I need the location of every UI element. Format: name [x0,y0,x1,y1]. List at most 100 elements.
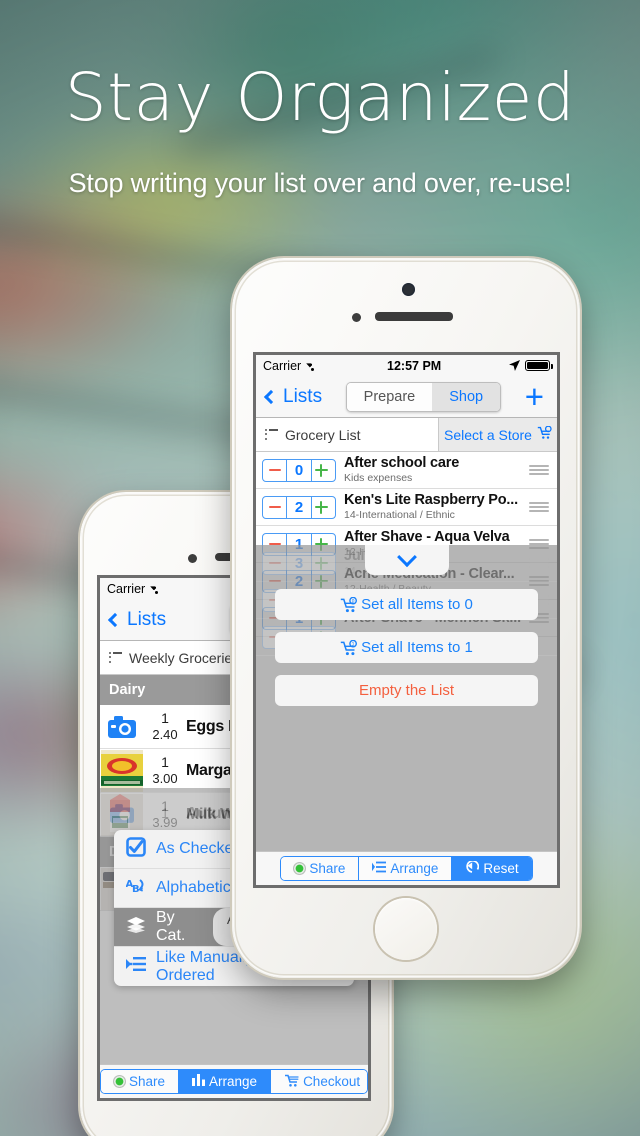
share-dot-icon [294,863,306,874]
location-arrow-icon [509,360,520,371]
item-qty-price: 1 3.00 [144,754,186,788]
arrange-icon [372,861,387,876]
increment-button-dimmed [311,551,336,575]
layers-icon [126,916,146,938]
camera-icon[interactable] [100,705,144,748]
earpiece-speaker [375,312,453,321]
plus-icon [314,556,328,570]
camera-icon-dimmed [100,792,144,835]
decrement-button[interactable] [262,458,287,482]
store-label: Select a Store [444,426,532,443]
item-category: 14-International / Ethnic [344,508,455,521]
item-category: Kids expenses [344,471,413,484]
item-price: 2.40 [152,727,178,743]
status-bar-main: Carrier 12:57 PM [256,355,557,376]
back-button-main[interactable]: Lists [263,386,322,408]
select-a-store-button[interactable]: Select a Store [439,418,557,451]
toolbar-main: Share Arrange Reset [256,851,557,885]
phone-device-main: Carrier 12:57 PM Lists Prepare Shop + Gr… [232,258,580,978]
arrange-button[interactable]: Arrange [359,857,453,880]
checkout-button[interactable]: Checkout [271,1070,367,1093]
toolbar-button-group-main[interactable]: Share Arrange Reset [280,856,533,881]
segmented-control-main[interactable]: Prepare Shop [345,381,502,412]
back-button-left[interactable]: Lists [107,608,167,631]
checkbox-icon [126,836,146,862]
sub-bar-main: Grocery List Select a Store [256,418,557,452]
checkout-button-label: Checkout [303,1074,361,1089]
reset-button[interactable]: Reset [452,857,532,880]
arrange-button-label: Arrange [209,1074,258,1089]
item-qty: 1 [161,804,169,821]
set-all-items-to-0-button[interactable]: 0 Set all Items to 0 [275,589,538,620]
list-name-label: Grocery List [285,426,361,443]
list-tab-grocery-list[interactable]: Grocery List [256,418,439,451]
back-button-label: Lists [127,608,167,630]
row-text: After school care Kids expenses [336,455,529,485]
plus-icon [314,463,328,477]
list-icon [265,428,278,440]
chevron-left-icon [263,389,279,404]
increment-button[interactable] [311,495,336,519]
sheet-button-label: Empty the List [358,682,455,699]
checkout-cart-icon [284,1074,299,1090]
quantity-value: 2 [287,495,311,519]
share-button-label: Share [309,861,346,876]
collapse-sheet-handle[interactable] [364,545,449,575]
item-title: After school care [344,455,460,472]
table-row[interactable]: 2 Ken's Lite Raspberry Po... 14-Internat… [256,489,557,526]
decrement-button[interactable] [262,495,287,519]
sheet-button-label: Set all Items to 1 [361,639,473,656]
minus-icon [268,468,281,472]
quantity-value: 0 [287,458,311,482]
carrier-label: Carrier [263,358,302,373]
abc-icon: AB [126,877,146,900]
minus-icon [268,505,281,509]
item-title: After Shave - Aqua Velva [344,529,510,546]
promo-subheadline: Stop writing your list over and over, re… [68,168,572,198]
chevron-left-icon [107,612,123,627]
share-button[interactable]: Share [281,857,360,880]
reset-icon [465,860,480,876]
menu-item-label: By Cat. [156,909,186,944]
sheet-button-label: Set all Items to 0 [361,596,473,613]
cart-zero-icon: 0 [340,596,358,613]
empty-the-list-button[interactable]: Empty the List [275,675,538,706]
toolbar-button-group-left[interactable]: Share Arrange Checkout [100,1069,368,1094]
promo-headline: Stay Organized [64,59,576,136]
segment-shop[interactable]: Shop [432,382,501,411]
share-button[interactable]: Share [101,1070,180,1093]
minus-icon [268,561,281,565]
arrange-button-label: Arrange [390,861,439,876]
segment-prepare[interactable]: Prepare [346,382,433,411]
share-button-label: Share [129,1074,166,1089]
item-title: Ken's Lite Raspberry Po... [344,492,518,509]
table-row[interactable]: 0 After school care Kids expenses [256,452,557,489]
action-sheet-overlay: 3 Juices Welch 14-... 1 Dairy [256,545,557,885]
reorder-handle-icon[interactable] [529,464,551,476]
reset-button-label: Reset [483,861,519,876]
list-icon [109,651,122,663]
proximity-sensor-icon [188,554,197,563]
arrange-icon [192,1074,206,1089]
share-dot-icon [114,1076,125,1087]
front-camera-icon [402,283,415,296]
margarine-photo[interactable] [100,749,144,792]
row-text: Ken's Lite Raspberry Po... 14-Internatio… [336,492,529,522]
carrier-label: Carrier [107,581,146,596]
add-item-button[interactable]: + [525,380,549,413]
quantity-stepper[interactable]: 2 [262,495,336,519]
set-all-items-to-1-button[interactable]: 1 Set all Items to 1 [275,632,538,663]
reorder-handle-icon[interactable] [529,501,551,513]
decrement-button-dimmed [262,551,287,575]
screen-main: Carrier 12:57 PM Lists Prepare Shop + Gr… [256,355,557,885]
quantity-stepper-dimmed: 3 [262,551,336,575]
chevron-down-icon [396,547,417,568]
reorder-handle-icon [529,557,551,569]
action-sheet-buttons: 0 Set all Items to 0 1 Set all Items to … [256,589,557,718]
arrange-button[interactable]: Arrange [179,1070,272,1093]
increment-button[interactable] [311,458,336,482]
clock-label: 12:57 PM [387,358,442,373]
home-button[interactable] [375,898,437,960]
cart-one-icon: 1 [340,639,358,656]
quantity-stepper[interactable]: 0 [262,458,336,482]
